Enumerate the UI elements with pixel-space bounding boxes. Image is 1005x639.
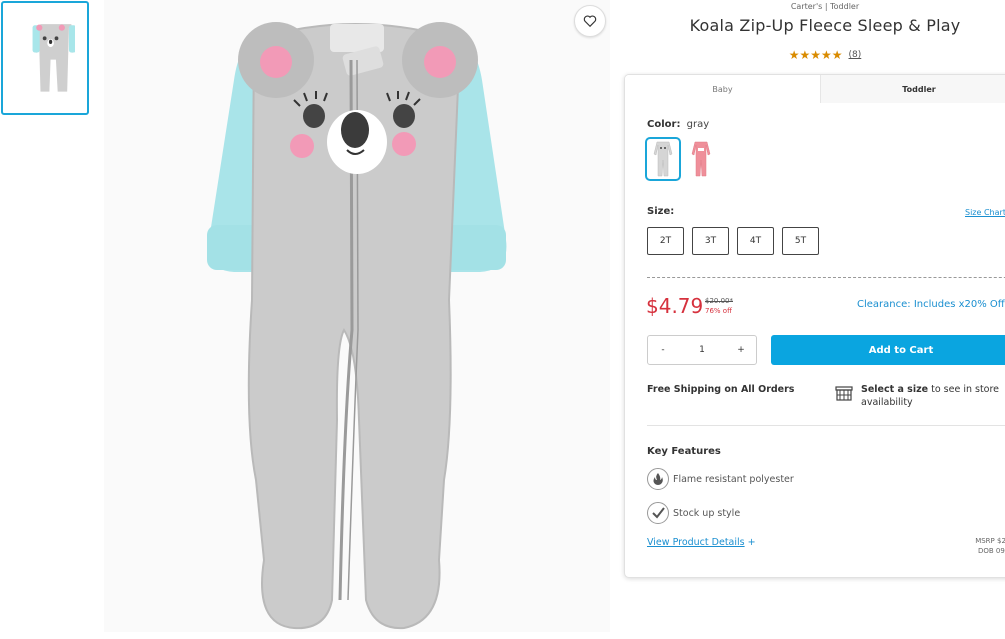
free-shipping-note: Free Shipping on All Orders <box>647 384 795 395</box>
tab-toddler[interactable]: Toddler <box>821 75 1005 103</box>
size-option-4t[interactable]: 4T <box>737 227 774 255</box>
product-main-image <box>104 0 610 632</box>
product-title: Koala Zip-Up Fleece Sleep & Play <box>689 16 961 35</box>
heart-icon <box>583 15 597 28</box>
tab-baby[interactable]: Baby <box>625 75 821 103</box>
feature-flame-resistant: Flame resistant polyester <box>647 468 794 490</box>
size-chart-link[interactable]: Size Chart <box>965 208 1005 217</box>
flame-icon <box>647 468 669 490</box>
color-swatch-pink[interactable] <box>683 137 719 181</box>
key-features-title: Key Features <box>647 446 721 457</box>
discount-percent: 76% off <box>705 307 732 315</box>
check-icon <box>647 502 669 524</box>
quantity-decrease-button[interactable]: - <box>656 345 670 355</box>
size-label: Size: <box>647 206 675 217</box>
size-range-tabs: Baby Toddler <box>625 75 1005 103</box>
size-option-5t[interactable]: 5T <box>782 227 819 255</box>
product-options-panel: Baby Toddler Color: gray Size: Size Char… <box>624 74 1005 578</box>
thumbnail-image <box>32 24 75 92</box>
size-option-2t[interactable]: 2T <box>647 227 684 255</box>
color-value: gray <box>686 119 710 130</box>
product-thumbnail[interactable] <box>1 1 89 115</box>
pink-sleeper-swatch <box>691 141 711 177</box>
color-label: Color: <box>647 119 681 130</box>
dashed-divider <box>647 277 1005 278</box>
section-divider <box>647 425 1005 426</box>
size-option-3t[interactable]: 3T <box>692 227 729 255</box>
favorite-button[interactable] <box>574 5 606 37</box>
original-price: $20.00* <box>705 297 733 305</box>
msrp-value: MSRP $20.00* <box>975 537 1005 545</box>
view-details-label: View Product Details <box>647 537 745 548</box>
sale-price: $4.79 <box>646 294 704 318</box>
product-page: Carter's | Toddler Koala Zip-Up Fleece S… <box>0 0 1005 639</box>
brand-line: Carter's | Toddler <box>790 2 860 11</box>
add-to-cart-button[interactable]: Add to Cart <box>771 335 1005 365</box>
color-selector: Color: gray <box>647 119 709 130</box>
dob-value: DOB 09/2019 <box>977 547 1005 555</box>
view-product-details-link[interactable]: View Product Details + <box>647 537 756 548</box>
clearance-note: Clearance: Includes x20% Off <box>857 299 1005 310</box>
store-availability-bold: Select a size <box>861 384 929 395</box>
color-swatch-gray[interactable] <box>645 137 681 181</box>
feature-label: Stock up style <box>673 507 741 519</box>
quantity-value[interactable]: 1 <box>699 345 705 355</box>
quantity-increase-button[interactable]: + <box>734 345 748 355</box>
plus-icon: + <box>747 537 756 548</box>
koala-sleeper-illustration <box>207 22 507 630</box>
store-availability-note: Select a size to see in store availabili… <box>861 383 1005 409</box>
review-count-link[interactable]: (8) <box>849 50 862 60</box>
gray-sleeper-swatch <box>653 141 673 177</box>
rating: ★★★★★ (8) <box>625 48 1005 62</box>
star-rating-icon: ★★★★★ <box>788 48 843 62</box>
feature-stock-up: Stock up style <box>647 502 740 524</box>
quantity-stepper: - 1 + <box>647 335 757 365</box>
store-icon <box>835 386 853 401</box>
msrp-info: MSRP $20.00* DOB 09/2019 <box>925 536 1005 556</box>
feature-label: Flame resistant polyester <box>673 473 794 485</box>
